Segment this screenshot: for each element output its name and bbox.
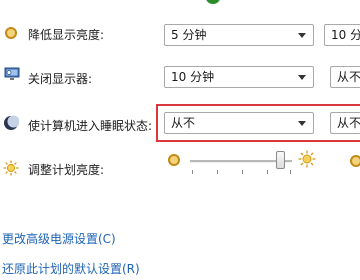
sleep-battery-dropdown[interactable]: 从不 [164, 112, 314, 134]
dim-display-battery-value: 5 分钟 [171, 28, 207, 42]
turn-off-display-plugged-value: 从不 [337, 70, 360, 84]
turn-off-display-battery-value: 10 分钟 [171, 70, 215, 84]
restore-defaults-link[interactable]: 还原此计划的默认设置(R) [2, 260, 140, 277]
slider-tick [267, 170, 268, 174]
chevron-down-icon [298, 75, 306, 80]
header-icon [206, 0, 220, 4]
brightness-extra-icon [350, 155, 360, 167]
advanced-power-settings-link[interactable]: 更改高级电源设置(C) [2, 230, 116, 247]
sleep-label: 使计算机进入睡眠状态: [28, 119, 153, 133]
bright-sun-icon [298, 150, 316, 171]
turn-off-display-plugged-dropdown[interactable]: 从不 [330, 66, 360, 88]
sleep-plugged-dropdown[interactable]: 从不 [330, 112, 360, 134]
slider-tick [217, 170, 218, 174]
dim-sun-icon [168, 154, 180, 166]
dim-display-label: 降低显示亮度: [28, 28, 105, 42]
chevron-down-icon [298, 33, 306, 38]
moon-icon [3, 115, 20, 134]
chevron-down-icon [298, 121, 306, 126]
sun-icon [3, 160, 19, 179]
dim-display-battery-dropdown[interactable]: 5 分钟 [164, 24, 314, 46]
sleep-battery-value: 从不 [171, 116, 196, 130]
turn-off-display-battery-dropdown[interactable]: 10 分钟 [164, 66, 314, 88]
dim-brightness-icon [5, 27, 17, 39]
turn-off-display-label: 关闭显示器: [28, 72, 93, 86]
slider-tick [290, 170, 291, 174]
slider-tick [242, 170, 243, 174]
dim-display-plugged-value: 10 分 [331, 28, 360, 42]
brightness-label: 调整计划亮度: [28, 163, 105, 177]
sleep-plugged-value: 从不 [337, 116, 360, 130]
brightness-slider-thumb[interactable] [275, 151, 285, 169]
monitor-icon [4, 67, 20, 84]
slider-tick [192, 170, 193, 174]
dim-display-plugged-dropdown[interactable]: 10 分 [324, 24, 360, 46]
